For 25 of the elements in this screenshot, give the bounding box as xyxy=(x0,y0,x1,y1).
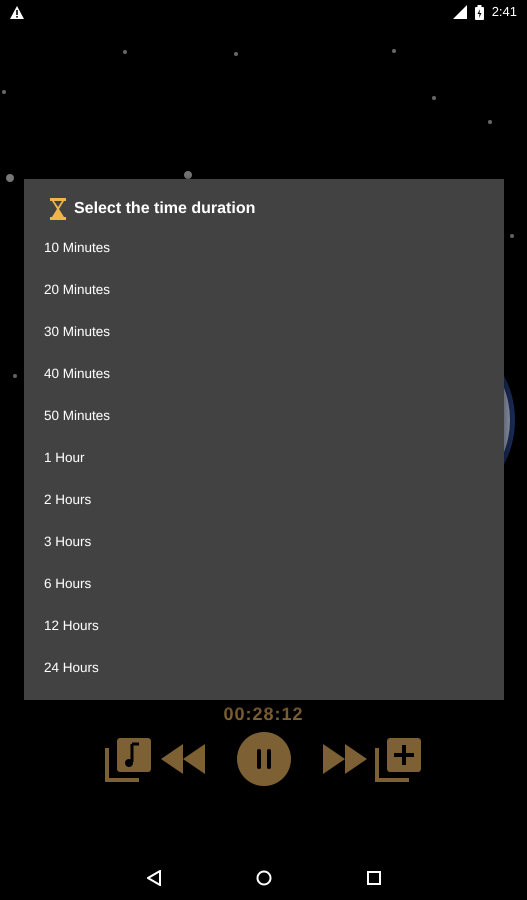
pause-button[interactable] xyxy=(236,732,290,786)
status-time: 2:41 xyxy=(492,3,517,22)
back-icon[interactable] xyxy=(146,870,160,886)
duration-option[interactable]: 6 Hours xyxy=(44,563,92,605)
duration-option[interactable]: 1 Hour xyxy=(44,437,85,479)
elapsed-time: 00:28:12 xyxy=(223,703,304,726)
add-to-playlist-icon[interactable] xyxy=(374,736,422,782)
playlist-icon[interactable] xyxy=(104,736,152,782)
duration-option[interactable]: 24 Hours xyxy=(44,647,99,689)
duration-option[interactable]: 50 Minutes xyxy=(44,395,110,437)
recent-apps-icon[interactable] xyxy=(366,871,380,885)
duration-option[interactable]: 12 Hours xyxy=(44,605,99,647)
duration-option[interactable]: 40 Minutes xyxy=(44,353,110,395)
duration-option[interactable]: 30 Minutes xyxy=(44,311,110,353)
dialog-title: Select the time duration xyxy=(74,199,256,219)
rewind-icon[interactable] xyxy=(160,744,204,774)
duration-option[interactable]: 20 Minutes xyxy=(44,269,110,311)
fast-forward-icon[interactable] xyxy=(322,744,366,774)
hourglass-icon xyxy=(50,198,66,220)
signal-icon xyxy=(452,5,467,19)
duration-option[interactable]: 10 Minutes xyxy=(44,227,110,269)
duration-option[interactable]: 3 Hours xyxy=(44,521,92,563)
duration-option[interactable]: 2 Hours xyxy=(44,479,92,521)
warning-icon xyxy=(10,6,24,18)
home-icon[interactable] xyxy=(256,870,272,886)
